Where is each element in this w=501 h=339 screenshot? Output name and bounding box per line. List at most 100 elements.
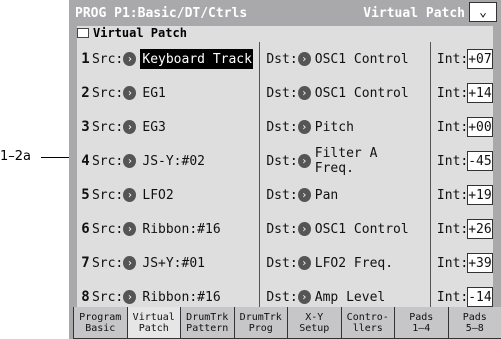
page-title: PROG P1:Basic/DT/Ctrls [75, 5, 248, 21]
dst-label: Dst: [266, 51, 298, 67]
dst-select-icon[interactable]: › [297, 188, 311, 202]
dst-value[interactable]: Pan [315, 188, 424, 203]
tab-label-line1: Virtual [132, 311, 175, 323]
src-label: Src: [91, 255, 124, 271]
tab-label-line2: Patch [138, 322, 169, 334]
dst-value[interactable]: Amp Level [315, 290, 424, 305]
src-value[interactable]: EG3 [140, 117, 253, 137]
int-value[interactable]: -45 [466, 151, 493, 171]
int-label: Int: [436, 221, 469, 237]
int-value[interactable]: +26 [466, 219, 493, 239]
dst-value[interactable]: LFO2 Freq. [315, 256, 424, 271]
dst-value[interactable]: Pitch [315, 120, 424, 135]
dst-select-icon[interactable]: › [297, 290, 311, 304]
patch-row: 2 Src: › EG1 Dst: › OSC1 Control Int: +14 [77, 76, 493, 110]
tab-7[interactable]: Pads 5–8 [447, 307, 501, 339]
tab-3[interactable]: DrumTrk Prog [233, 307, 288, 339]
title-bar: PROG P1:Basic/DT/Ctrls Virtual Patch [71, 2, 469, 24]
dst-value[interactable]: Filter A Freq. [315, 146, 424, 176]
dst-value[interactable]: OSC1 Control [315, 222, 424, 237]
section-title: Virtual Patch [93, 26, 187, 40]
int-value[interactable]: +07 [466, 49, 493, 69]
src-select-icon[interactable]: › [123, 188, 137, 202]
column-divider [259, 178, 261, 212]
src-value[interactable]: JS-Y:#02 [140, 151, 253, 171]
dst-select-icon[interactable]: › [297, 256, 311, 270]
src-value[interactable]: Ribbon:#16 [140, 287, 253, 307]
int-value[interactable]: +14 [466, 83, 493, 103]
tab-1[interactable]: Virtual Patch [126, 307, 181, 339]
tab-bar: Program Basic Virtual Patch DrumTrk Pattern Dr… [73, 307, 501, 339]
row-number: 7 [81, 255, 90, 271]
src-value[interactable]: Ribbon:#16 [140, 219, 253, 239]
src-select-icon[interactable]: › [123, 154, 137, 168]
tab-5[interactable]: Contro-llers [340, 307, 395, 339]
src-select-icon[interactable]: › [123, 52, 137, 66]
dst-label: Dst: [266, 153, 298, 169]
int-value[interactable]: +39 [466, 253, 493, 273]
int-label: Int: [436, 289, 469, 305]
tab-2[interactable]: DrumTrk Pattern [180, 307, 235, 339]
menu-button[interactable]: ⌄ [469, 2, 497, 22]
tab-label-line1: DrumTrk [186, 311, 229, 323]
src-value[interactable]: Keyboard Track [140, 49, 254, 69]
src-value[interactable]: JS+Y:#01 [140, 253, 253, 273]
src-value[interactable]: LFO2 [140, 185, 253, 205]
tab-label-line2: 1–4 [412, 322, 431, 334]
tab-4[interactable]: X-Y Setup [287, 307, 342, 339]
tab-label-line2: 5–8 [465, 322, 484, 334]
callout-line [41, 157, 71, 158]
src-value[interactable]: EG1 [140, 83, 253, 103]
row-number: 3 [81, 119, 90, 135]
tab-label-line1: DrumTrk [239, 311, 282, 323]
dst-label: Dst: [266, 221, 298, 237]
patch-title: Virtual Patch [363, 5, 465, 21]
dst-select-icon[interactable]: › [297, 86, 311, 100]
src-select-icon[interactable]: › [123, 290, 137, 304]
tab-6[interactable]: Pads 1–4 [394, 307, 449, 339]
patch-row: 4 Src: › JS-Y:#02 Dst: › Filter A Freq. Int: -45 [77, 144, 493, 178]
patch-row: 3 Src: › EG3 Dst: › Pitch Int: +00 [77, 110, 493, 144]
dst-value[interactable]: OSC1 Control [315, 52, 424, 67]
dst-select-icon[interactable]: › [297, 222, 311, 236]
tab-label-line1: Contro- [346, 311, 389, 323]
tab-label-line1: X-Y [305, 311, 324, 323]
callout-label: 1–2a [0, 149, 32, 164]
patch-row: 1 Src: › Keyboard Track Dst: › OSC1 Control Int… [77, 42, 493, 76]
src-label: Src: [91, 85, 124, 101]
dst-select-icon[interactable]: › [297, 154, 311, 168]
src-select-icon[interactable]: › [123, 222, 137, 236]
dst-value[interactable]: OSC1 Control [315, 86, 424, 101]
column-divider [259, 42, 261, 76]
tab-label-line1: Program [79, 311, 122, 323]
dst-select-icon[interactable]: › [297, 120, 311, 134]
patch-row: 6 Src: › Ribbon:#16 Dst: › OSC1 Control Int: +26 [77, 212, 493, 246]
column-divider [259, 212, 261, 246]
tab-0[interactable]: Program Basic [73, 307, 128, 339]
dst-select-icon[interactable]: › [297, 52, 311, 66]
virtual-patch-panel: Virtual Patch 1 Src: › Keyboard Track Dst: › O… [77, 26, 493, 314]
tab-label-line1: Pads [409, 311, 434, 323]
src-select-icon[interactable]: › [123, 256, 137, 270]
src-label: Src: [91, 187, 124, 203]
row-number: 1 [81, 51, 90, 67]
int-value[interactable]: +19 [466, 185, 493, 205]
src-select-icon[interactable]: › [123, 86, 137, 100]
src-select-icon[interactable]: › [123, 120, 137, 134]
int-value[interactable]: -14 [466, 287, 493, 307]
int-value[interactable]: +00 [466, 117, 493, 137]
column-divider [430, 76, 431, 110]
section-icon [77, 28, 89, 38]
chevron-down-icon: ⌄ [479, 4, 487, 20]
column-divider [259, 144, 261, 178]
int-label: Int: [436, 187, 469, 203]
dst-label: Dst: [266, 289, 298, 305]
tab-label-line1: Pads [462, 311, 487, 323]
tab-label-line2: llers [352, 322, 383, 334]
tab-label-line2: Setup [299, 322, 330, 334]
dst-label: Dst: [266, 119, 298, 135]
int-label: Int: [436, 51, 469, 67]
row-number: 4 [81, 153, 90, 169]
src-label: Src: [91, 51, 124, 67]
column-divider [430, 246, 431, 280]
